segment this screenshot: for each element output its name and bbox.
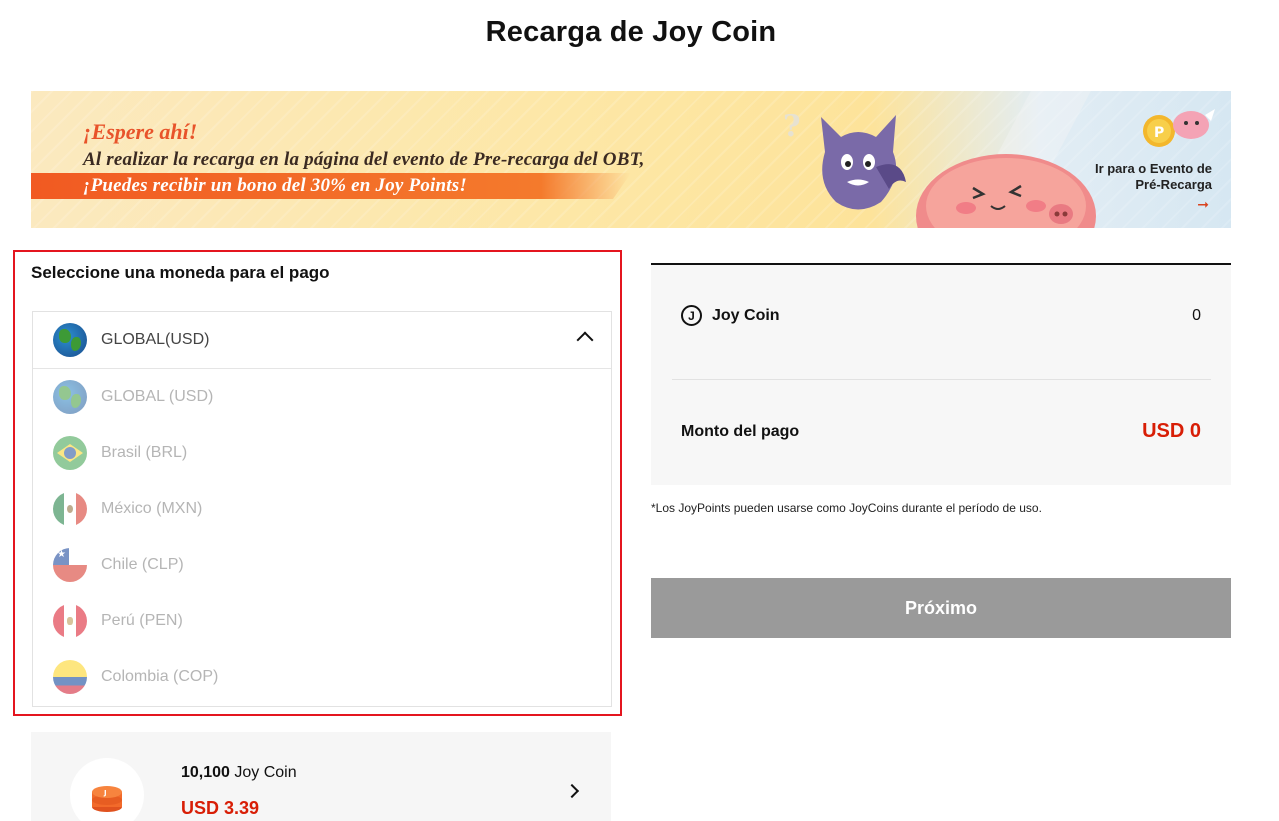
package-price: USD 3.39 [181,798,260,818]
selected-currency-label: GLOBAL(USD) [101,331,210,348]
joy-coin-value: 0 [1192,307,1201,324]
currency-dropdown[interactable]: GLOBAL(USD) GLOBAL (USD) Brasil (BRL) Mé… [32,311,612,707]
currency-selection-panel: Seleccione una moneda para el pago GLOBA… [13,250,622,716]
question-mark-icon: ? [783,109,801,144]
globe-icon [53,323,87,357]
banner-headline: ¡Espere ahí! [83,119,198,144]
order-summary-panel: J Joy Coin 0 Monto del pago USD 0 [651,263,1231,485]
package-option-10100[interactable]: J 10,100 Joy Coin USD 3.39 [31,732,611,821]
event-link[interactable]: Ir para o Evento de Pré-Recarga [1095,161,1212,193]
event-link-line-1: Ir para o Evento de [1094,161,1212,176]
currency-option-chile[interactable]: ★ Chile (CLP) [33,537,611,593]
joy-points-pig-icon: P [1143,109,1215,147]
bat-mascot-icon [821,115,906,210]
payment-amount-label: Monto del pago [681,423,800,440]
currency-option-label: Colombia (COP) [101,668,219,685]
summary-divider [672,379,1211,380]
svg-text:J: J [103,789,107,797]
currency-option-label: Chile (CLP) [101,556,184,573]
currency-option-label: Brasil (BRL) [101,444,188,461]
banner-line-2: ¡Puedes recibir un bono del 30% en Joy P… [83,175,467,196]
package-unit: Joy Coin [229,764,297,781]
currency-option-global[interactable]: GLOBAL (USD) [33,369,611,425]
page-title: Recarga de Joy Coin [485,16,777,48]
joy-coin-label: Joy Coin [712,306,780,324]
currency-option-brazil[interactable]: Brasil (BRL) [33,425,611,481]
joy-coin-icon: J [681,305,702,326]
currency-option-colombia[interactable]: Colombia (COP) [33,649,611,705]
coin-image: J [70,758,144,821]
joy-coin-stack-icon: J [92,786,122,812]
currency-label: Seleccione una moneda para el pago [31,263,330,282]
arrow-right-icon[interactable]: ➞ [1197,196,1209,213]
pre-recharge-event-banner[interactable]: ¡Espere ahí! Al realizar la recarga en l… [31,91,1231,228]
payment-amount-value: USD 0 [1142,420,1201,442]
mexico-flag-icon [53,492,87,526]
currency-option-mexico[interactable]: México (MXN) [33,481,611,537]
joy-coin-row: J Joy Coin [681,305,780,326]
currency-option-peru[interactable]: Perú (PEN) [33,593,611,649]
chile-flag-icon: ★ [53,548,87,582]
pig-mascot-icon [916,154,1096,228]
currency-option-label: GLOBAL (USD) [101,388,214,405]
peru-flag-icon [53,604,87,638]
package-amount-value: 10,100 [181,764,230,781]
svg-text:P: P [1154,125,1164,141]
chevron-up-icon[interactable] [576,331,594,349]
package-amount: 10,100 Joy Coin [181,764,297,782]
globe-icon [53,380,87,414]
joypoints-footnote: *Los JoyPoints pueden usarse como JoyCoi… [651,501,1042,515]
currency-option-label: México (MXN) [101,500,203,517]
banner-line-1: Al realizar la recarga en la página del … [83,149,645,170]
brazil-flag-icon [53,436,87,470]
colombia-flag-icon [53,660,87,694]
next-button[interactable]: Próximo [651,578,1231,638]
event-link-line-2: Pré-Recarga [1135,177,1212,192]
currency-dropdown-selected[interactable]: GLOBAL(USD) [33,312,611,369]
chevron-right-icon [564,783,580,799]
currency-option-label: Perú (PEN) [101,612,183,629]
